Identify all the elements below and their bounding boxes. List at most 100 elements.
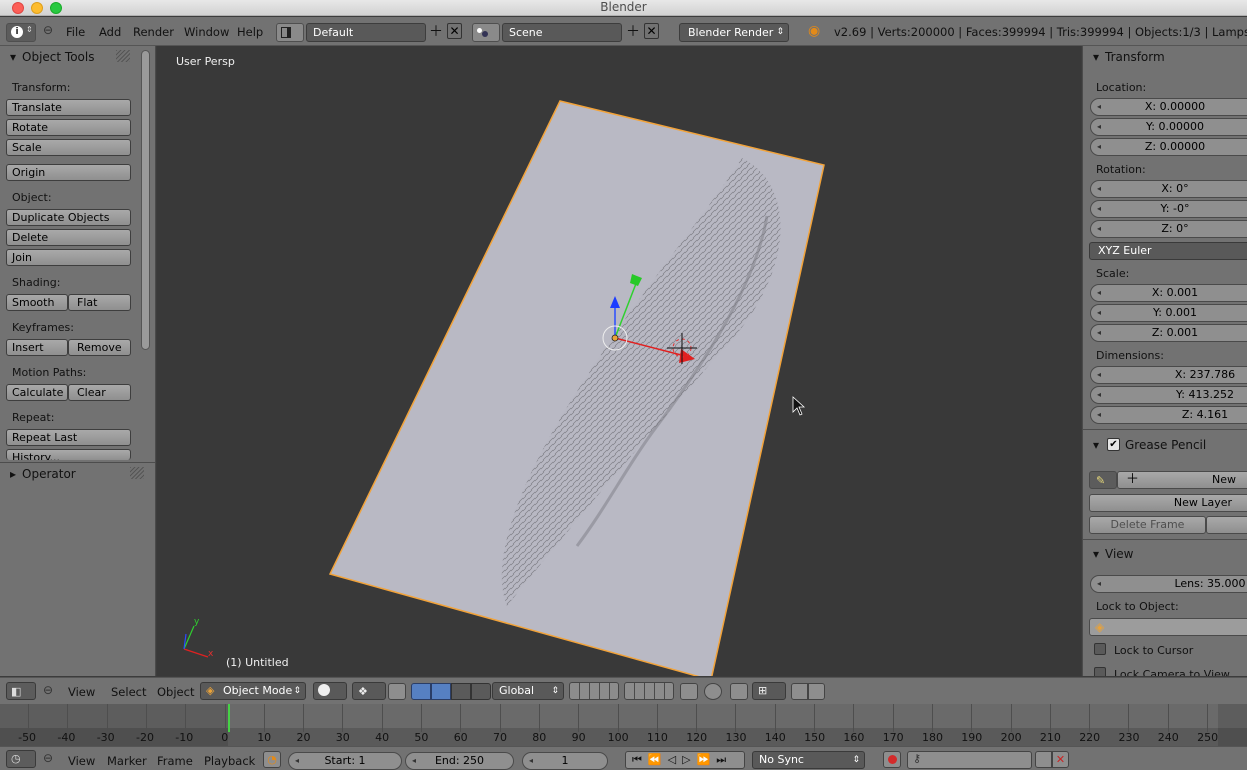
- next-keyframe-icon[interactable]: ⏩: [697, 753, 717, 766]
- prev-keyframe-icon[interactable]: ⏪: [648, 753, 668, 766]
- proportional-edit-icon[interactable]: [704, 683, 722, 700]
- transform-collapse-icon[interactable]: ▾: [1093, 50, 1099, 64]
- menu-add[interactable]: Add: [99, 25, 121, 39]
- current-frame-indicator[interactable]: [228, 704, 230, 732]
- history-button[interactable]: History...: [6, 449, 131, 460]
- rotate-button[interactable]: Rotate: [6, 119, 131, 136]
- delete-scene-icon[interactable]: ✕: [644, 23, 659, 39]
- grease-pencil-collapse-icon[interactable]: ▾: [1093, 438, 1099, 452]
- playback-menu[interactable]: Playback: [204, 754, 255, 768]
- panel-collapse-icon[interactable]: ▾: [10, 50, 16, 64]
- flat-button[interactable]: Flat: [68, 294, 131, 311]
- pivot-point-select[interactable]: ❖: [352, 682, 386, 700]
- delete-button[interactable]: Delete: [6, 229, 131, 246]
- scale-y-field[interactable]: Y: 0.001: [1090, 304, 1247, 322]
- grease-pencil-data-selector[interactable]: ✎: [1089, 471, 1117, 489]
- view-menu[interactable]: View: [68, 685, 95, 699]
- screen-layout-selector[interactable]: [276, 23, 304, 42]
- layout-name-field[interactable]: Default: [306, 23, 426, 42]
- 3d-viewport[interactable]: User Persp y x (1) Untitled: [157, 46, 1081, 676]
- editor-type-3d-button[interactable]: ◧: [6, 682, 36, 700]
- scale-manipulator-icon[interactable]: [471, 683, 491, 700]
- use-preview-range-icon[interactable]: ◔: [263, 751, 281, 768]
- render-animation-icon[interactable]: [808, 683, 825, 700]
- remove-keyframe-button[interactable]: Remove: [68, 339, 131, 356]
- location-x-field[interactable]: X: 0.00000: [1090, 98, 1247, 116]
- record-button[interactable]: [883, 751, 901, 768]
- snap-element-select[interactable]: ⊞: [752, 682, 786, 700]
- new-layer-button[interactable]: New Layer: [1089, 494, 1247, 512]
- object-mode-select[interactable]: ◈ Object Mode ⇕: [200, 682, 306, 700]
- close-window-icon[interactable]: [12, 2, 24, 14]
- transform-orientation-select[interactable]: Global ⇕: [492, 682, 564, 700]
- scale-z-field[interactable]: Z: 0.001: [1090, 324, 1247, 342]
- translate-manipulator-icon[interactable]: [411, 683, 431, 700]
- delete-frame-button[interactable]: Delete Frame: [1089, 516, 1206, 534]
- minimize-window-icon[interactable]: [31, 2, 43, 14]
- snap-toggle-icon[interactable]: [730, 683, 748, 700]
- collapse-menus-icon[interactable]: ⊖: [43, 23, 53, 37]
- panel-drag-handle-icon[interactable]: [130, 467, 144, 479]
- grease-pencil-title[interactable]: Grease Pencil: [1125, 438, 1206, 452]
- collapse-menus-icon[interactable]: ⊖: [43, 683, 53, 697]
- location-z-field[interactable]: Z: 0.00000: [1090, 138, 1247, 156]
- object-tools-title[interactable]: Object Tools: [22, 50, 94, 64]
- view-collapse-icon[interactable]: ▾: [1093, 547, 1099, 561]
- editor-type-info-button[interactable]: i ⇕: [6, 23, 36, 42]
- layer-buttons-left[interactable]: [569, 682, 619, 700]
- terrain-plane-mesh[interactable]: [328, 100, 825, 676]
- convert-button[interactable]: [1206, 516, 1247, 534]
- lens-field[interactable]: Lens: 35.000: [1090, 575, 1247, 593]
- keying-set-field[interactable]: ⚷: [907, 751, 1032, 769]
- translate-button[interactable]: Translate: [6, 99, 131, 116]
- timeline-area[interactable]: -50 -40 -30 -20 -10 0 10 20 30 40 50 60 70 80 90 100 110…: [0, 704, 1247, 746]
- render-engine-select[interactable]: Blender Render ⇕: [679, 23, 789, 42]
- add-layout-icon[interactable]: ＋: [429, 23, 443, 41]
- end-frame-field[interactable]: End: 250: [405, 752, 514, 770]
- insert-keyframe-icon[interactable]: [1035, 751, 1052, 768]
- add-scene-icon[interactable]: ＋: [626, 23, 640, 41]
- rotation-x-field[interactable]: X: 0°: [1090, 180, 1247, 198]
- collapse-menus-icon[interactable]: ⊖: [43, 751, 53, 765]
- transform-panel-title[interactable]: Transform: [1105, 50, 1165, 64]
- dimension-x-field[interactable]: X: 237.786: [1090, 366, 1247, 384]
- origin-button[interactable]: Origin: [6, 164, 131, 181]
- timeline-view-menu[interactable]: View: [68, 754, 95, 768]
- operator-collapse-icon[interactable]: ▸: [10, 467, 16, 481]
- layer-buttons-right[interactable]: [624, 682, 674, 700]
- grease-pencil-checkbox[interactable]: ✔: [1107, 438, 1120, 451]
- viewport-scene[interactable]: [157, 46, 1081, 676]
- panel-drag-handle-icon[interactable]: [116, 50, 130, 62]
- dimension-z-field[interactable]: Z: 4.161: [1090, 406, 1247, 424]
- menu-window[interactable]: Window: [184, 25, 229, 39]
- dimension-y-field[interactable]: Y: 413.252: [1090, 386, 1247, 404]
- insert-keyframe-button[interactable]: Insert: [6, 339, 68, 356]
- sync-mode-select[interactable]: No Sync ⇕: [752, 751, 865, 769]
- object-menu[interactable]: Object: [157, 685, 194, 699]
- tool-shelf-scrollbar[interactable]: [141, 50, 150, 350]
- smooth-button[interactable]: Smooth: [6, 294, 68, 311]
- jump-end-icon[interactable]: ⏭: [716, 753, 732, 766]
- frame-menu[interactable]: Frame: [157, 754, 193, 768]
- layer-lock-icon[interactable]: [680, 683, 698, 700]
- play-icon[interactable]: ▷: [682, 753, 696, 766]
- menu-file[interactable]: File: [66, 25, 85, 39]
- render-still-icon[interactable]: [791, 683, 808, 700]
- scale-x-field[interactable]: X: 0.001: [1090, 284, 1247, 302]
- start-frame-field[interactable]: Start: 1: [288, 752, 402, 770]
- delete-layout-icon[interactable]: ✕: [447, 23, 462, 39]
- location-y-field[interactable]: Y: 0.00000: [1090, 118, 1247, 136]
- menu-help[interactable]: Help: [237, 25, 263, 39]
- clear-button[interactable]: Clear: [68, 384, 131, 401]
- editor-type-timeline-button[interactable]: ◷: [6, 750, 36, 768]
- jump-start-icon[interactable]: ⏮: [632, 753, 648, 766]
- select-menu[interactable]: Select: [111, 685, 146, 699]
- viewport-shading-select[interactable]: [313, 682, 347, 700]
- zoom-window-icon[interactable]: [50, 2, 62, 14]
- menu-render[interactable]: Render: [133, 25, 174, 39]
- lock-camera-checkbox[interactable]: [1094, 667, 1106, 676]
- play-reverse-icon[interactable]: ◁: [668, 753, 682, 766]
- duplicate-objects-button[interactable]: Duplicate Objects: [6, 209, 131, 226]
- repeat-last-button[interactable]: Repeat Last: [6, 429, 131, 446]
- calculate-button[interactable]: Calculate: [6, 384, 68, 401]
